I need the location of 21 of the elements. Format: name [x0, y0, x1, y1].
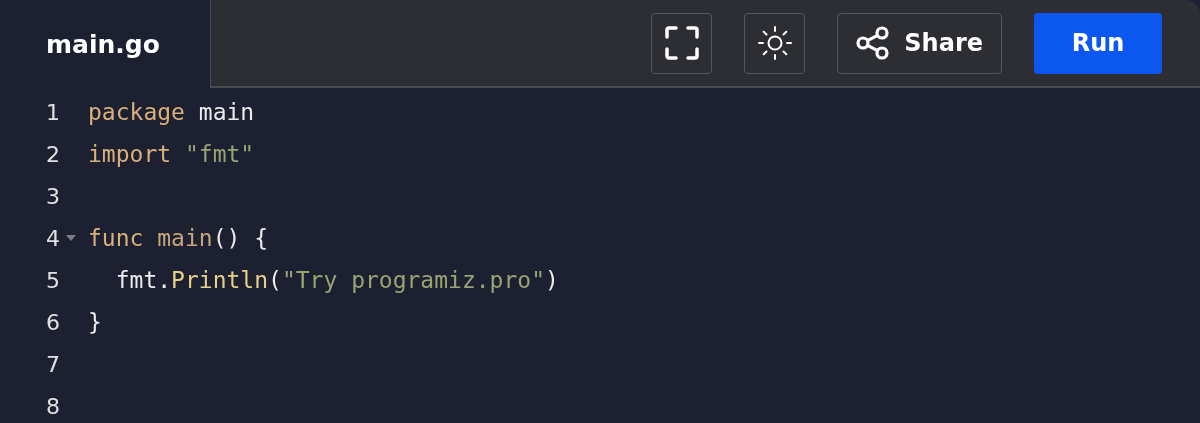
fullscreen-button[interactable]: [651, 12, 713, 74]
line-number: 3: [45, 183, 60, 209]
line-number: 6: [45, 309, 60, 335]
code-line: package main: [88, 99, 255, 125]
fold-caret-icon[interactable]: [66, 235, 76, 241]
line-number: 7: [45, 351, 60, 377]
fullscreen-icon: [664, 26, 699, 60]
share-icon: [856, 26, 891, 60]
line-number: 5: [45, 267, 60, 293]
line-number: 1: [45, 99, 60, 125]
code-line: import "fmt": [88, 141, 255, 167]
sun-icon: [757, 26, 792, 60]
line-number: 2: [45, 141, 60, 167]
code-line: }: [88, 309, 102, 335]
theme-toggle-button[interactable]: [744, 12, 806, 74]
line-number: 8: [45, 393, 60, 419]
code-line: func main() {: [88, 225, 269, 251]
code-line: fmt.Println("Try programiz.pro"): [114, 267, 559, 293]
run-button[interactable]: Run: [1034, 12, 1162, 74]
line-number: 4: [45, 225, 60, 251]
share-button[interactable]: Share: [837, 12, 1002, 74]
